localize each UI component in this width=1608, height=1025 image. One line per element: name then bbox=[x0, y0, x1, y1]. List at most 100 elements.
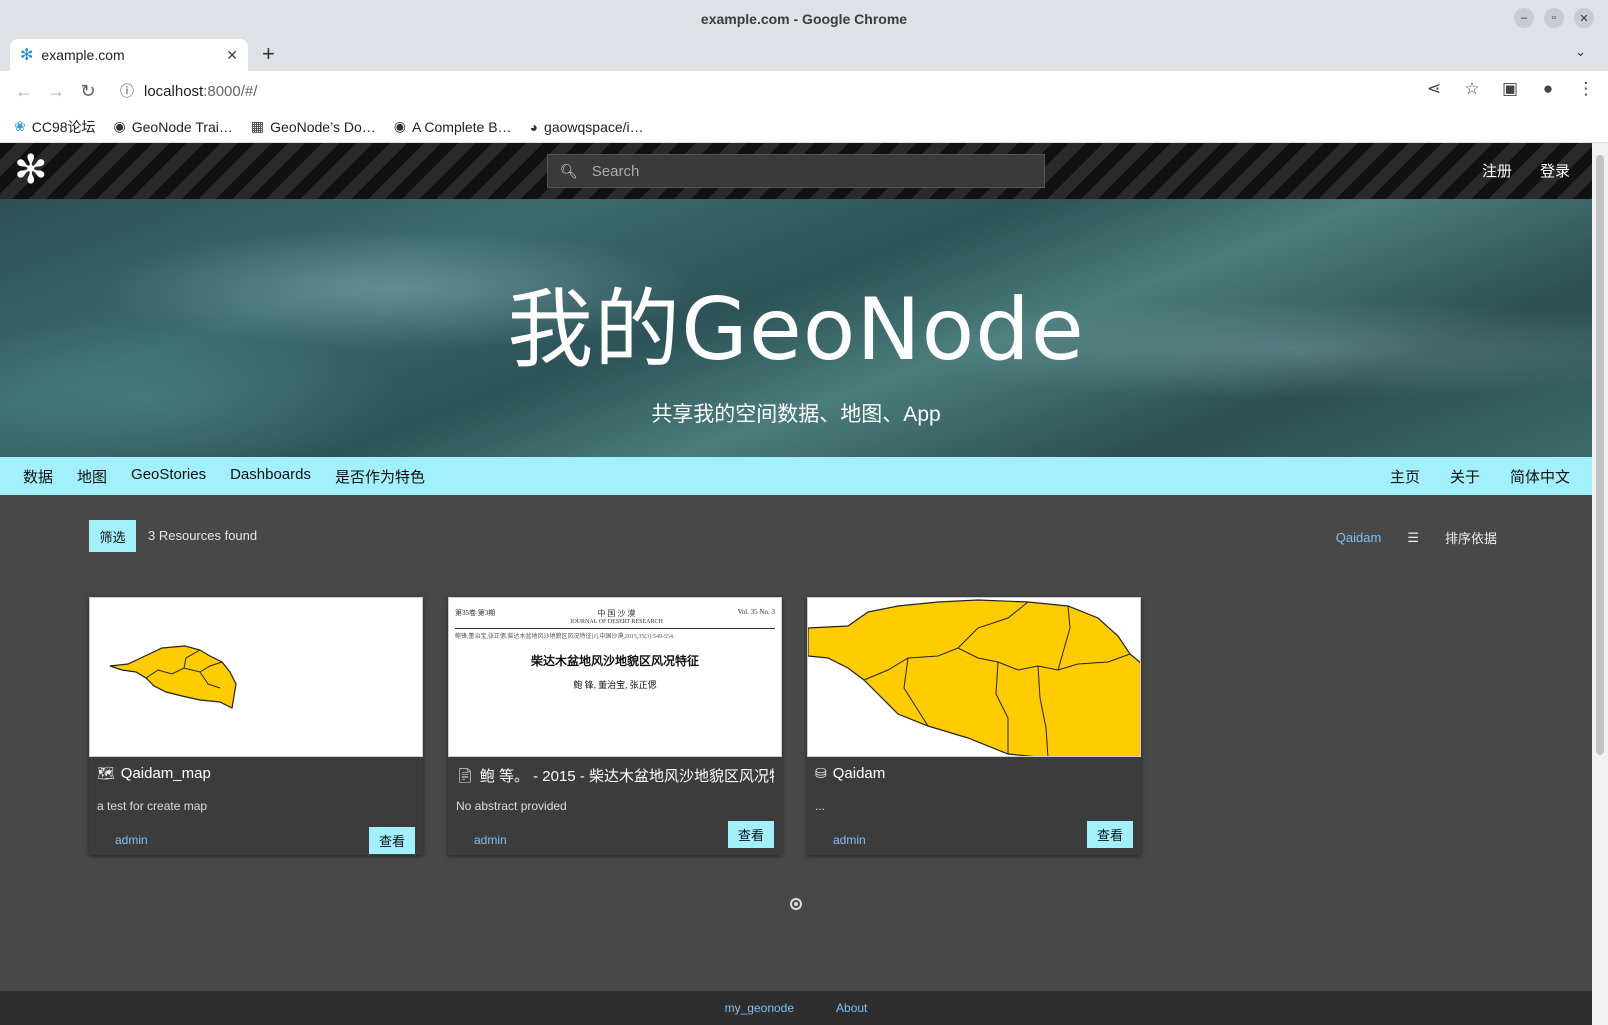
list-view-icon[interactable]: ☰ bbox=[1407, 530, 1419, 546]
login-link[interactable]: 登录 bbox=[1540, 160, 1570, 181]
nav-item-about[interactable]: 关于 bbox=[1450, 466, 1480, 487]
hero-title: 我的GeoNode bbox=[507, 280, 1085, 380]
profile-avatar-icon[interactable]: ● bbox=[1538, 79, 1558, 99]
sort-dropdown[interactable]: 排序依据 bbox=[1445, 528, 1497, 547]
filter-bar: 筛选 3 Resources found Qaidam ☰ 排序依据 bbox=[89, 520, 1497, 554]
forward-button[interactable]: → bbox=[40, 81, 72, 102]
view-button[interactable]: 查看 bbox=[1087, 821, 1133, 848]
scrollbar-thumb[interactable] bbox=[1596, 155, 1604, 755]
bookmark-label: GeoNode’s Do… bbox=[270, 118, 376, 135]
bookmark-item[interactable]: ▦ GeoNode’s Do… bbox=[251, 118, 376, 135]
top-navbar: ✻ 🔍︎ 注册 登录 bbox=[0, 143, 1592, 199]
view-button[interactable]: 查看 bbox=[369, 827, 415, 854]
globe-icon: ◉ bbox=[113, 118, 126, 134]
bookmarks-bar: ❀ CC98论坛 ◉ GeoNode Trai… ▦ GeoNode’s Do… ◉ A… bbox=[0, 111, 1608, 143]
maximize-button[interactable]: ▫ bbox=[1544, 8, 1564, 28]
hero-subtitle: 共享我的空间数据、地图、App bbox=[651, 403, 941, 426]
layer-thumbnail[interactable] bbox=[807, 597, 1141, 757]
tab-title: example.com bbox=[41, 47, 125, 63]
card-title[interactable]: 🗺︎ Qaidam_map bbox=[97, 765, 415, 782]
window-titlebar: example.com - Google Chrome – ▫ ✕ bbox=[0, 0, 1608, 37]
card-title-text: 鲍 等。 - 2015 - 柴达木盆地风沙地貌区风况特... bbox=[479, 768, 774, 785]
card-abstract: a test for create map bbox=[97, 799, 208, 813]
resource-grid: 🗺︎ Qaidam_map a test for create map admi… bbox=[89, 597, 1141, 855]
back-button[interactable]: ← bbox=[8, 81, 40, 102]
new-tab-button[interactable]: + bbox=[262, 41, 275, 67]
bookmark-label: CC98论坛 bbox=[31, 118, 96, 135]
bookmark-item[interactable]: ◉ A Complete B… bbox=[394, 118, 512, 135]
nav-item-data[interactable]: 数据 bbox=[23, 466, 53, 487]
card-title-text: Qaidam bbox=[832, 765, 886, 782]
register-link[interactable]: 注册 bbox=[1482, 160, 1512, 181]
url-path: :8000/#/ bbox=[203, 82, 258, 100]
card-owner[interactable]: admin bbox=[833, 833, 866, 847]
footer-link-about[interactable]: About bbox=[836, 1001, 867, 1015]
doc-journal-name: 中 国 沙 漠 bbox=[597, 609, 636, 618]
card-title-text: Qaidam_map bbox=[120, 765, 211, 782]
site-info-icon[interactable]: ⓘ bbox=[120, 81, 134, 101]
nav-item-featured[interactable]: 是否作为特色 bbox=[335, 466, 425, 487]
page-scrollbar[interactable] bbox=[1592, 143, 1608, 1025]
geonode-logo-icon[interactable]: ✻ bbox=[14, 149, 54, 191]
tab-close-icon[interactable]: ✕ bbox=[226, 47, 238, 64]
card-abstract: ... bbox=[815, 799, 826, 813]
doc-paper-title: 柴达木盆地风沙地貌区风况特征 bbox=[530, 654, 699, 668]
map-thumbnail[interactable] bbox=[89, 597, 423, 757]
map-icon: 🗺︎ bbox=[97, 765, 115, 781]
building-icon: ▦ bbox=[250, 118, 265, 134]
nav-item-geostories[interactable]: GeoStories bbox=[131, 466, 206, 487]
document-icon: 📄︎ bbox=[456, 767, 474, 783]
active-filter-tag[interactable]: Qaidam bbox=[1336, 530, 1382, 545]
bookmark-label: A Complete B… bbox=[411, 118, 512, 135]
card-title[interactable]: 📄︎ 鲍 等。 - 2015 - 柴达木盆地风沙地貌区风况特... bbox=[456, 765, 774, 786]
card-owner[interactable]: admin bbox=[115, 833, 148, 847]
results-count: 3 Resources found bbox=[148, 528, 258, 543]
language-selector[interactable]: 简体中文 bbox=[1510, 466, 1570, 487]
bookmark-star-icon[interactable]: ☆ bbox=[1462, 79, 1482, 99]
side-panel-icon[interactable]: ▣ bbox=[1500, 79, 1520, 99]
minimize-button[interactable]: – bbox=[1514, 8, 1534, 28]
doc-authors: 鲍 锋, 董治宝, 张正偲 bbox=[573, 680, 657, 690]
bookmark-label: GeoNode Trai… bbox=[131, 118, 233, 135]
nav-item-maps[interactable]: 地图 bbox=[77, 466, 107, 487]
doc-volume-left: 第35卷 第3期 bbox=[455, 609, 496, 617]
search-input[interactable] bbox=[591, 162, 1032, 180]
resource-card[interactable]: ⛁ Qaidam ... admin 查看 bbox=[807, 597, 1141, 855]
browser-tab[interactable]: ✻ example.com ✕ bbox=[10, 39, 248, 71]
tab-search-chevron-icon[interactable]: ⌄ bbox=[1575, 44, 1586, 60]
doc-citation: 鲍锋,董治宝,张正偲.柴达木盆地风沙地貌区风况特征[J].中国沙漠,2015,3… bbox=[455, 634, 675, 640]
card-title[interactable]: ⛁ Qaidam bbox=[815, 765, 1133, 782]
menu-kebab-icon[interactable]: ⋮ bbox=[1576, 79, 1596, 99]
doc-journal-en: JOURNAL OF DESERT RESEARCH bbox=[570, 619, 663, 625]
database-icon: ⛁ bbox=[815, 765, 827, 781]
page-footer: my_geonode About bbox=[0, 991, 1592, 1025]
hero-banner: 我的GeoNode 共享我的空间数据、地图、App bbox=[0, 199, 1592, 457]
address-bar[interactable]: ⓘ localhost:8000/#/ bbox=[108, 75, 1428, 107]
qaidam-map-small-image bbox=[109, 645, 237, 709]
page-viewport: ✻ 🔍︎ 注册 登录 我的GeoNode 共享我的空间数据、地图、App 数据 … bbox=[0, 143, 1592, 1025]
close-window-button[interactable]: ✕ bbox=[1574, 8, 1594, 28]
window-title: example.com - Google Chrome bbox=[700, 10, 908, 27]
resource-card[interactable]: 第35卷 第3期 中 国 沙 漠 JOURNAL OF DESERT RESEA… bbox=[448, 597, 782, 855]
document-thumbnail[interactable]: 第35卷 第3期 中 国 沙 漠 JOURNAL OF DESERT RESEA… bbox=[448, 597, 782, 757]
filter-button[interactable]: 筛选 bbox=[89, 520, 136, 552]
globe-icon: ◉ bbox=[393, 118, 406, 134]
bookmark-item[interactable]: ❀ CC98论坛 bbox=[14, 117, 96, 137]
doc-volume-right: Vol. 35 No. 3 bbox=[737, 608, 775, 616]
bookmark-item[interactable]: ◉ GeoNode Trai… bbox=[114, 118, 233, 135]
share-icon[interactable]: ⋖ bbox=[1424, 79, 1444, 99]
view-button[interactable]: 查看 bbox=[728, 821, 774, 848]
tab-strip: ✻ example.com ✕ + ⌄ bbox=[0, 37, 1608, 71]
reload-button[interactable]: ↻ bbox=[72, 81, 104, 102]
resource-card[interactable]: 🗺︎ Qaidam_map a test for create map admi… bbox=[89, 597, 423, 855]
geonode-favicon-icon: ✻ bbox=[20, 47, 34, 64]
nav-item-dashboards[interactable]: Dashboards bbox=[230, 466, 311, 487]
search-bar[interactable]: 🔍︎ bbox=[547, 154, 1045, 188]
footer-link-my-geonode[interactable]: my_geonode bbox=[725, 1001, 794, 1015]
url-text[interactable]: localhost:8000/#/ bbox=[144, 83, 257, 100]
card-owner[interactable]: admin bbox=[474, 833, 507, 847]
bookmark-item[interactable]: ◕ gaowqspace/i… bbox=[530, 119, 644, 135]
nav-item-home[interactable]: 主页 bbox=[1390, 466, 1420, 487]
github-icon: ◕ bbox=[529, 118, 539, 135]
secondary-navbar: 数据 地图 GeoStories Dashboards 是否作为特色 主页 关于… bbox=[0, 457, 1592, 495]
